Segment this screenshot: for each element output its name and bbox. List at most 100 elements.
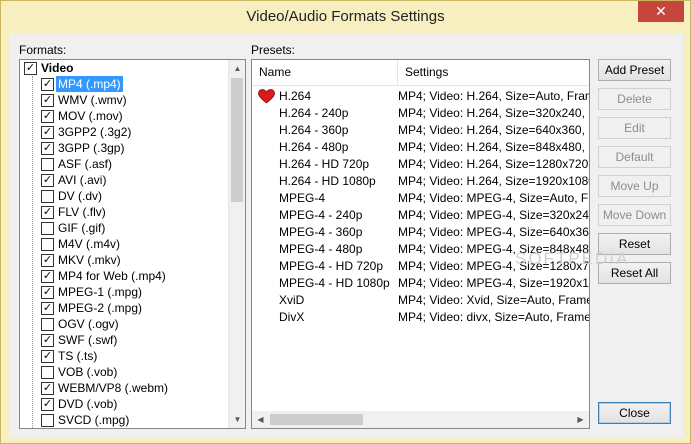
format-checkbox[interactable]: ✓ xyxy=(41,270,54,283)
preset-row[interactable]: H.264 - 360p MP4; Video: H.264, Size=640x… xyxy=(252,122,589,139)
window-close-icon[interactable]: ✕ xyxy=(638,1,684,22)
format-item[interactable]: ✓ MPEG-1 (.mpg) xyxy=(20,284,229,300)
format-checkbox[interactable]: ✓ xyxy=(41,398,54,411)
format-item[interactable]: ✓ 3GPP (.3gp) xyxy=(20,140,229,156)
format-checkbox[interactable] xyxy=(41,318,54,331)
presets-scroll-thumb[interactable] xyxy=(270,414,363,425)
preset-row[interactable]: MPEG-4 - HD 1080p MP4; Video: MPEG-4, Siz… xyxy=(252,275,589,292)
preset-row[interactable]: H.264 MP4; Video: H.264, Size=Auto, Frame… xyxy=(252,88,589,105)
format-item[interactable]: ✓ MP4 (.mp4) xyxy=(20,76,229,92)
preset-name: DivX xyxy=(279,310,305,324)
preset-settings: MP4; Video: H.264, Size=1920x1080, Frame xyxy=(398,174,589,188)
presets-list[interactable]: Name Settings H.264 MP4; Video: H.264, Si… xyxy=(251,59,590,429)
format-checkbox[interactable]: ✓ xyxy=(41,126,54,139)
format-checkbox[interactable] xyxy=(41,190,54,203)
scroll-up-arrow-icon[interactable]: ▲ xyxy=(229,60,245,77)
column-header-name[interactable]: Name xyxy=(252,60,398,85)
preset-row[interactable]: MPEG-4 MP4; Video: MPEG-4, Size=Auto, Fra… xyxy=(252,190,589,207)
format-checkbox[interactable]: ✓ xyxy=(41,142,54,155)
format-item-label: SVCD (.mpg) xyxy=(58,413,130,427)
preset-name: MPEG-4 - 480p xyxy=(279,242,363,256)
format-item-label: AVI (.avi) xyxy=(58,173,107,187)
column-header-settings[interactable]: Settings xyxy=(398,60,589,85)
format-checkbox[interactable]: ✓ xyxy=(41,78,54,91)
format-item[interactable]: ✓ TS (.ts) xyxy=(20,348,229,364)
formats-scroll-thumb[interactable] xyxy=(231,78,243,202)
move-up-button[interactable]: Move Up xyxy=(598,175,671,197)
format-item[interactable]: ✓ DVD (.vob) xyxy=(20,396,229,412)
format-item[interactable]: ✓ FLV (.flv) xyxy=(20,204,229,220)
favorite-heart-icon xyxy=(258,89,275,104)
presets-header: Name Settings xyxy=(252,60,589,86)
preset-row[interactable]: DivX MP4; Video: divx, Size=Auto, Frame R… xyxy=(252,309,589,326)
format-item[interactable]: DV (.dv) xyxy=(20,188,229,204)
preset-row[interactable]: MPEG-4 - 360p MP4; Video: MPEG-4, Size=64… xyxy=(252,224,589,241)
format-checkbox[interactable]: ✓ xyxy=(41,350,54,363)
preset-row[interactable]: H.264 - 240p MP4; Video: H.264, Size=320x… xyxy=(252,105,589,122)
format-item[interactable]: ✓ AVI (.avi) xyxy=(20,172,229,188)
close-button[interactable]: Close xyxy=(598,402,671,424)
add-preset-button[interactable]: Add Preset xyxy=(598,59,671,81)
scroll-left-arrow-icon[interactable]: ◀ xyxy=(252,411,269,428)
format-item[interactable]: ✓ 3GPP2 (.3g2) xyxy=(20,124,229,140)
preset-row[interactable]: H.264 - HD 1080p MP4; Video: H.264, Size=… xyxy=(252,173,589,190)
video-root-checkbox[interactable]: ✓ xyxy=(24,62,37,75)
dialog-body: Formats: Presets: ✓ Video ✓ MP4 (.mp4) ✓ WM… xyxy=(9,33,683,437)
format-checkbox[interactable]: ✓ xyxy=(41,174,54,187)
title-bar[interactable]: Video/Audio Formats Settings ✕ xyxy=(1,1,690,33)
tree-root-video[interactable]: ✓ Video xyxy=(20,60,229,76)
format-checkbox[interactable]: ✓ xyxy=(41,334,54,347)
format-checkbox[interactable]: ✓ xyxy=(41,382,54,395)
format-checkbox[interactable]: ✓ xyxy=(41,286,54,299)
softpedia-watermark: SOFTPEDIA xyxy=(515,249,630,268)
format-checkbox[interactable] xyxy=(41,158,54,171)
format-item-label: M4V (.m4v) xyxy=(58,237,121,251)
format-checkbox[interactable]: ✓ xyxy=(41,110,54,123)
format-item-label: OGV (.ogv) xyxy=(58,317,119,331)
formats-tree[interactable]: ✓ Video ✓ MP4 (.mp4) ✓ WMV (.wmv) ✓ MOV (.mov… xyxy=(19,59,246,429)
preset-row[interactable]: H.264 - HD 720p MP4; Video: H.264, Size=1… xyxy=(252,156,589,173)
preset-settings: MP4; Video: H.264, Size=320x240, Frame xyxy=(398,106,589,120)
format-item[interactable]: ✓ MPEG-2 (.mpg) xyxy=(20,300,229,316)
format-item-label: MP4 for Web (.mp4) xyxy=(58,269,166,283)
format-item[interactable]: M4V (.m4v) xyxy=(20,236,229,252)
format-item[interactable]: ✓ SWF (.swf) xyxy=(20,332,229,348)
move-down-button[interactable]: Move Down xyxy=(598,204,671,226)
format-checkbox[interactable]: ✓ xyxy=(41,94,54,107)
format-checkbox[interactable] xyxy=(41,238,54,251)
preset-row[interactable]: H.264 - 480p MP4; Video: H.264, Size=848x… xyxy=(252,139,589,156)
scroll-down-arrow-icon[interactable]: ▼ xyxy=(229,411,245,428)
formats-settings-window: Video/Audio Formats Settings ✕ Formats: … xyxy=(0,0,691,444)
format-item[interactable]: SVCD (.mpg) xyxy=(20,412,229,428)
delete-button[interactable]: Delete xyxy=(598,88,671,110)
formats-vertical-scrollbar[interactable]: ▲ ▼ xyxy=(228,60,245,428)
format-checkbox[interactable]: ✓ xyxy=(41,302,54,315)
preset-settings: MP4; Video: MPEG-4, Size=Auto, Frame Rat… xyxy=(398,191,589,205)
format-checkbox[interactable] xyxy=(41,222,54,235)
format-checkbox[interactable]: ✓ xyxy=(41,206,54,219)
presets-horizontal-scrollbar[interactable]: ◀ ▶ xyxy=(252,411,589,428)
preset-row[interactable]: XviD MP4; Video: Xvid, Size=Auto, Frame R… xyxy=(252,292,589,309)
scroll-right-arrow-icon[interactable]: ▶ xyxy=(572,411,589,428)
format-item[interactable]: ASF (.asf) xyxy=(20,156,229,172)
formats-tree-list: ✓ Video ✓ MP4 (.mp4) ✓ WMV (.wmv) ✓ MOV (.mov… xyxy=(20,60,229,428)
format-item[interactable]: ✓ MOV (.mov) xyxy=(20,108,229,124)
format-item[interactable]: ✓ MKV (.mkv) xyxy=(20,252,229,268)
format-item-label: DVD (.vob) xyxy=(58,397,118,411)
format-item[interactable]: OGV (.ogv) xyxy=(20,316,229,332)
preset-name: H.264 - HD 720p xyxy=(279,157,370,171)
default-button[interactable]: Default xyxy=(598,146,671,168)
format-item[interactable]: GIF (.gif) xyxy=(20,220,229,236)
format-item[interactable]: ✓ MP4 for Web (.mp4) xyxy=(20,268,229,284)
preset-row[interactable]: MPEG-4 - 240p MP4; Video: MPEG-4, Size=32… xyxy=(252,207,589,224)
format-item-label: TS (.ts) xyxy=(58,349,98,363)
format-item[interactable]: ✓ WMV (.wmv) xyxy=(20,92,229,108)
format-item[interactable]: VOB (.vob) xyxy=(20,364,229,380)
edit-button[interactable]: Edit xyxy=(598,117,671,139)
format-item-label: MP4 (.mp4) xyxy=(56,76,123,92)
format-item[interactable]: ✓ WEBM/VP8 (.webm) xyxy=(20,380,229,396)
preset-name: MPEG-4 - 240p xyxy=(279,208,363,222)
format-checkbox[interactable] xyxy=(41,414,54,427)
format-checkbox[interactable] xyxy=(41,366,54,379)
format-checkbox[interactable]: ✓ xyxy=(41,254,54,267)
